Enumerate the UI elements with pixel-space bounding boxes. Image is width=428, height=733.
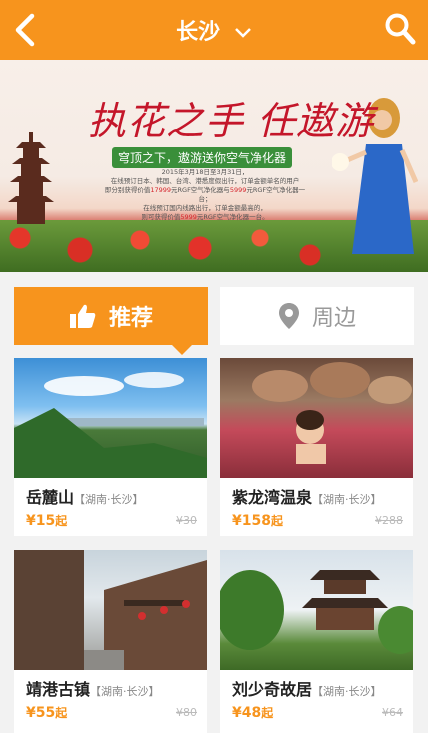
name-row: 靖港古镇【湖南·长沙】 (26, 676, 199, 700)
price-row: ¥48起 ¥64 (232, 702, 403, 721)
tab-nearby[interactable]: 周边 (220, 287, 414, 345)
original-price: ¥30 (176, 514, 197, 527)
banner-details: 2015年3月18日至3月31日， 在线预订日本、韩国、台湾、港悉度假出行，订单… (100, 168, 310, 222)
tab-label: 周边 (311, 306, 356, 331)
tab-recommended[interactable]: 推荐 (14, 287, 208, 355)
attraction-name: 刘少奇故居 (232, 680, 313, 699)
attraction-photo (220, 358, 413, 478)
banner-line: 即分别获得价值17999元RGF空气净化器与5999元RGF空气净化器一台； (104, 186, 306, 203)
name-row: 刘少奇故居【湖南·长沙】 (232, 676, 405, 700)
banner-line: 则可获得价值5999元RGF空气净化器一台。 (141, 213, 269, 221)
price-row: ¥158起 ¥288 (232, 510, 403, 529)
original-price: ¥64 (382, 706, 403, 719)
top-bar: 长沙 (0, 0, 428, 60)
price-row: ¥15起 ¥30 (26, 510, 197, 529)
tab-label: 推荐 (108, 306, 153, 331)
banner-line: 在线预订日本、韩国、台湾、港悉度假出行，订单金额单名的用户 (110, 177, 300, 185)
name-row: 紫龙湾温泉【湖南·长沙】 (232, 484, 405, 508)
attraction-photo (220, 550, 413, 670)
attraction-region: 【湖南·长沙】 (312, 493, 382, 506)
city-title: 长沙 (176, 20, 221, 45)
attraction-name: 靖港古镇 (26, 680, 91, 699)
attraction-region: 【湖南·长沙】 (312, 685, 382, 698)
attraction-region: 【湖南·长沙】 (74, 493, 144, 506)
attraction-card[interactable]: 紫龙湾温泉【湖南·长沙】 ¥158起 ¥288 (220, 358, 413, 536)
thumbs-up-icon (69, 304, 96, 328)
promo-banner[interactable]: 执花之手 任遨游 穹顶之下，遨游送你空气净化器 2015年3月18日至3月31日… (0, 60, 428, 272)
attraction-name: 岳麓山 (26, 488, 75, 507)
attraction-card[interactable]: 靖港古镇【湖南·长沙】 ¥55起 ¥80 (14, 550, 207, 733)
current-price: ¥158起 (232, 513, 283, 529)
attraction-region: 【湖南·长沙】 (90, 685, 160, 698)
attraction-card[interactable]: 岳麓山【湖南·长沙】 ¥15起 ¥30 (14, 358, 207, 536)
name-row: 岳麓山【湖南·长沙】 (26, 484, 199, 508)
search-icon[interactable] (384, 12, 416, 46)
original-price: ¥80 (176, 706, 197, 719)
banner-line: 在线预订国内线路出行，订单金额最高的， (143, 204, 267, 212)
attraction-photo (14, 550, 207, 670)
city-selector[interactable]: 长沙 (0, 14, 428, 46)
banner-title: 执花之手 任遨游 (88, 99, 375, 143)
category-tabs: 推荐 周边 (14, 287, 414, 355)
original-price: ¥288 (375, 514, 403, 527)
current-price: ¥15起 (26, 513, 68, 529)
price-row: ¥55起 ¥80 (26, 702, 197, 721)
current-price: ¥48起 (232, 705, 274, 721)
chevron-down-icon (234, 28, 251, 38)
attraction-card[interactable]: 刘少奇故居【湖南·长沙】 ¥48起 ¥64 (220, 550, 413, 733)
attraction-photo (14, 358, 207, 478)
banner-subtitle: 穹顶之下，遨游送你空气净化器 (112, 147, 293, 168)
pagoda-image (8, 132, 54, 224)
attraction-name: 紫龙湾温泉 (232, 488, 313, 507)
banner-line: 2015年3月18日至3月31日， (161, 168, 249, 176)
location-pin-icon (278, 303, 299, 329)
current-price: ¥55起 (26, 705, 68, 721)
